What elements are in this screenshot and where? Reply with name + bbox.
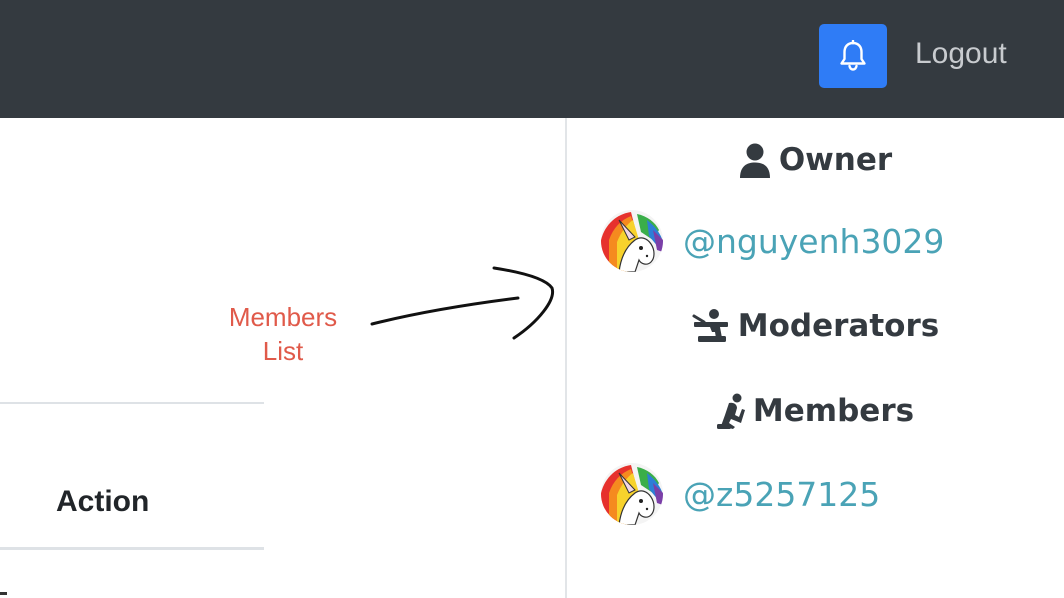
owner-heading-label: Owner — [778, 142, 893, 178]
main-content: Members List Action — [0, 118, 565, 598]
member-username-link[interactable]: @z5257125 — [683, 475, 880, 514]
members-heading: Members — [567, 389, 1064, 433]
owner-username-link[interactable]: @nguyenh3029 — [683, 222, 944, 261]
moderators-heading: Moderators — [567, 304, 1064, 348]
table-header-divider — [0, 547, 264, 550]
table-divider — [0, 402, 264, 404]
top-navbar: Logout — [0, 0, 1064, 118]
action-column-header: Action — [56, 485, 150, 518]
owner-heading: Owner — [567, 138, 1064, 182]
annotation-line-1: Members — [228, 302, 338, 332]
owner-user-row[interactable]: @nguyenh3029 — [601, 209, 944, 273]
logout-link[interactable]: Logout — [915, 34, 1007, 74]
user-avatar — [601, 210, 663, 272]
moderators-heading-label: Moderators — [737, 308, 940, 344]
members-list-annotation: Members List — [196, 300, 370, 368]
annotation-line-2: List — [262, 336, 304, 366]
members-panel: Owner @nguyenh3029 Moderators Members @z… — [567, 118, 1064, 598]
user-icon — [739, 143, 770, 178]
kneeling-person-icon — [716, 393, 745, 429]
bell-icon — [840, 40, 866, 71]
chalkboard-teacher-icon — [692, 309, 728, 342]
member-user-row[interactable]: @z5257125 — [601, 462, 880, 526]
notifications-button[interactable] — [819, 24, 887, 88]
user-avatar — [601, 463, 663, 525]
annotation-arrow-icon — [370, 266, 555, 340]
unicorn-avatar-icon — [601, 210, 663, 272]
table-row-fragment — [0, 592, 7, 595]
members-heading-label: Members — [752, 393, 915, 429]
unicorn-avatar-icon — [601, 463, 663, 525]
